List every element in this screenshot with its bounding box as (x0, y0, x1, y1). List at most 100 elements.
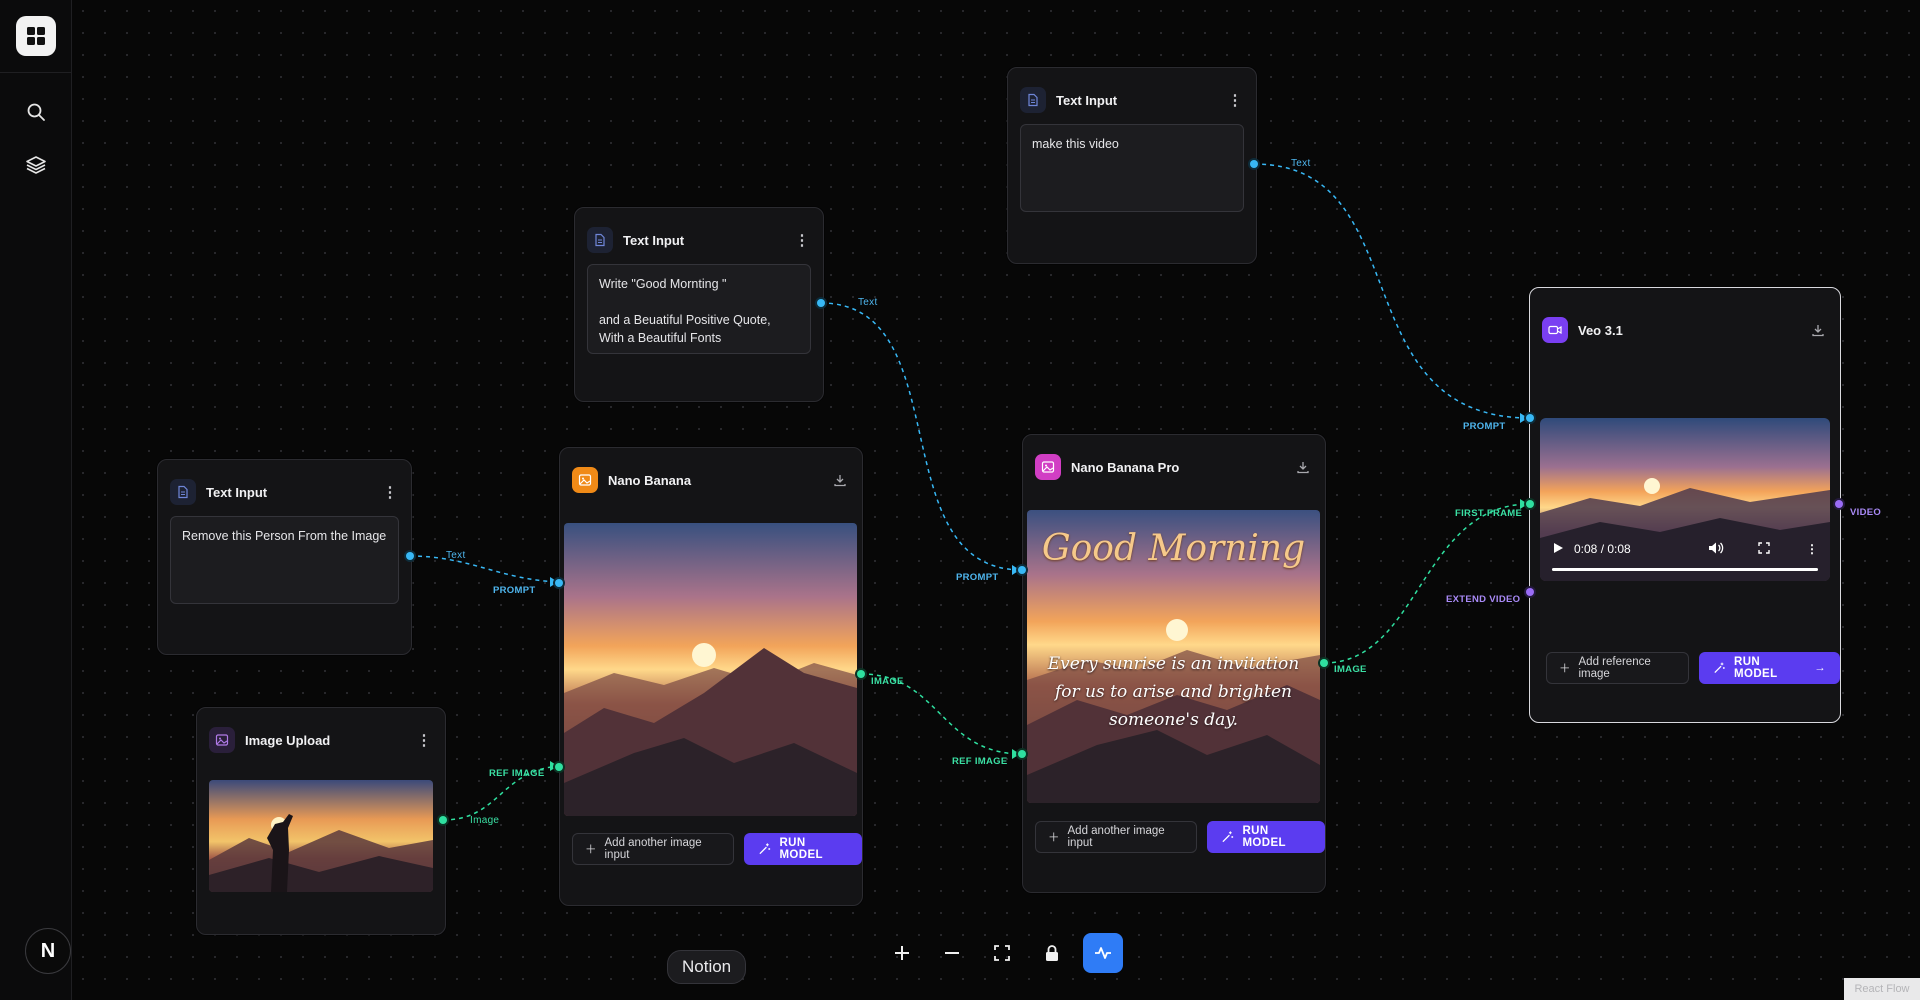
video-progress-fill (1552, 568, 1818, 571)
video-time: 0:08 / 0:08 (1574, 542, 1631, 556)
magic-wand-icon (1222, 831, 1234, 843)
output-handle-image[interactable] (439, 816, 447, 824)
generated-image-output[interactable]: Good Morning Every sunrise is an invitat… (1027, 510, 1320, 803)
image-model-icon (572, 467, 598, 493)
output-handle-image[interactable] (1320, 659, 1328, 667)
output-handle-image[interactable] (857, 670, 865, 678)
fullscreen-icon[interactable] (1758, 541, 1776, 557)
more-options-icon[interactable]: ⋮ (793, 231, 811, 249)
input-handle-first-frame[interactable] (1526, 500, 1534, 508)
magic-wand-icon (759, 843, 771, 855)
edge-label-prompt: PROMPT (493, 585, 536, 596)
output-handle-text[interactable] (1250, 160, 1258, 168)
add-image-input-button[interactable]: ＋ Add another image input (1035, 821, 1198, 853)
node-nano-banana-pro[interactable]: Nano Banana Pro Good Morning Every sunri… (1022, 434, 1326, 893)
node-title: Nano Banana (608, 472, 692, 488)
fit-view-icon[interactable] (983, 934, 1021, 972)
input-handle-prompt[interactable] (555, 579, 563, 587)
run-model-label: RUN MODEL (1734, 656, 1778, 680)
plus-icon: ＋ (1559, 663, 1571, 675)
layers-icon[interactable] (24, 153, 48, 177)
node-text-input-good-morning[interactable]: Text Input ⋮ Write "Good Mornting " and … (574, 207, 824, 402)
input-handle-prompt[interactable] (1526, 414, 1534, 422)
avatar-letter: N (40, 939, 56, 962)
edge-label-ref-image: REF IMAGE (952, 756, 1008, 767)
node-title: Text Input (206, 484, 268, 500)
attribution-watermark[interactable]: React Flow (1844, 978, 1920, 1000)
volume-icon[interactable] (1708, 541, 1726, 558)
play-icon[interactable] (1552, 542, 1564, 557)
generated-image-output[interactable] (564, 523, 857, 816)
node-text-input-make-video[interactable]: Text Input ⋮ make this video (1007, 67, 1257, 264)
edge-label-prompt: PROMPT (956, 572, 999, 583)
add-reference-image-label: Add reference image (1578, 656, 1651, 680)
image-overlay-quote: Every sunrise is an invitation for us to… (1047, 654, 1300, 730)
edge-label-prompt: PROMPT (1463, 421, 1506, 432)
zoom-in-icon[interactable] (883, 934, 921, 972)
edge-label-text: Text (446, 550, 466, 561)
prompt-text-field[interactable]: Remove this Person From the Image (170, 516, 399, 604)
edge-label-text: Text (858, 297, 878, 308)
input-handle-extend-video[interactable] (1526, 588, 1534, 596)
output-handle-text[interactable] (406, 552, 414, 560)
add-image-input-label: Add another image input (1067, 825, 1165, 849)
sidebar-divider (0, 72, 71, 73)
video-progress-track[interactable] (1552, 568, 1818, 571)
edge-label-extend-video: EXTEND VIDEO (1446, 594, 1521, 605)
download-icon[interactable] (830, 470, 850, 490)
plus-icon: ＋ (1048, 832, 1060, 844)
apps-grid-icon[interactable] (16, 16, 56, 56)
node-title: Text Input (1056, 92, 1118, 108)
output-handle-video[interactable] (1835, 500, 1843, 508)
add-image-input-button[interactable]: ＋ Add another image input (572, 833, 735, 865)
add-image-input-label: Add another image input (604, 837, 702, 861)
edge-label-first-frame: FIRST FRAME (1455, 508, 1523, 519)
left-sidebar: N (0, 0, 72, 1000)
more-options-icon[interactable]: ⋮ (415, 731, 433, 749)
document-icon (1020, 87, 1046, 113)
edge-label-text: Text (1291, 158, 1311, 169)
node-title: Nano Banana Pro (1071, 459, 1180, 475)
video-camera-icon (1542, 317, 1568, 343)
arrow-right-icon: → (1814, 662, 1826, 674)
download-icon[interactable] (1293, 457, 1313, 477)
node-veo-3-1[interactable]: Veo 3.1 0:08 / 0:08 ⋮ ＋ Add reference im… (1529, 287, 1841, 723)
input-handle-ref-image[interactable] (555, 763, 563, 771)
node-title: Veo 3.1 (1578, 322, 1623, 338)
activity-icon[interactable] (1083, 933, 1123, 973)
user-avatar-badge[interactable]: N (25, 928, 71, 974)
run-model-label: RUN MODEL (1242, 825, 1286, 849)
input-handle-ref-image[interactable] (1018, 750, 1026, 758)
node-nano-banana[interactable]: Nano Banana ＋ Add another image input RU… (559, 447, 863, 906)
output-handle-text[interactable] (817, 299, 825, 307)
uploaded-image-thumbnail[interactable] (209, 780, 433, 892)
edge-label-image: Image (470, 815, 500, 826)
canvas-toolbar (883, 933, 1123, 973)
prompt-text-field[interactable]: Write "Good Mornting " and a Beuatiful P… (587, 264, 811, 354)
node-text-input-remove-person[interactable]: Text Input ⋮ Remove this Person From the… (157, 459, 412, 655)
more-options-icon[interactable]: ⋮ (381, 483, 399, 501)
document-icon (587, 227, 613, 253)
edge-label-image-out: IMAGE (871, 676, 904, 687)
tooltip: Notion (667, 950, 747, 984)
node-title: Text Input (623, 232, 685, 248)
prompt-text-field[interactable]: make this video (1020, 124, 1244, 212)
video-player[interactable]: 0:08 / 0:08 ⋮ (1540, 418, 1830, 581)
input-handle-prompt[interactable] (1018, 566, 1026, 574)
video-more-icon[interactable]: ⋮ (1806, 542, 1818, 556)
edge-label-video: VIDEO (1850, 507, 1882, 518)
run-model-button[interactable]: RUN MODEL (744, 833, 862, 865)
run-model-label: RUN MODEL (779, 837, 823, 861)
download-icon[interactable] (1808, 320, 1828, 340)
image-overlay-heading: Good Morning (1041, 528, 1306, 569)
search-icon[interactable] (24, 100, 48, 124)
zoom-out-icon[interactable] (933, 934, 971, 972)
run-model-button[interactable]: RUN MODEL (1207, 821, 1325, 853)
run-model-button[interactable]: RUN MODEL → (1699, 652, 1840, 684)
magic-wand-icon (1714, 662, 1726, 673)
more-options-icon[interactable]: ⋮ (1226, 91, 1244, 109)
node-image-upload[interactable]: Image Upload ⋮ (196, 707, 446, 935)
lock-icon[interactable] (1033, 934, 1071, 972)
plus-icon: ＋ (585, 844, 597, 856)
add-reference-image-button[interactable]: ＋ Add reference image (1546, 652, 1690, 684)
